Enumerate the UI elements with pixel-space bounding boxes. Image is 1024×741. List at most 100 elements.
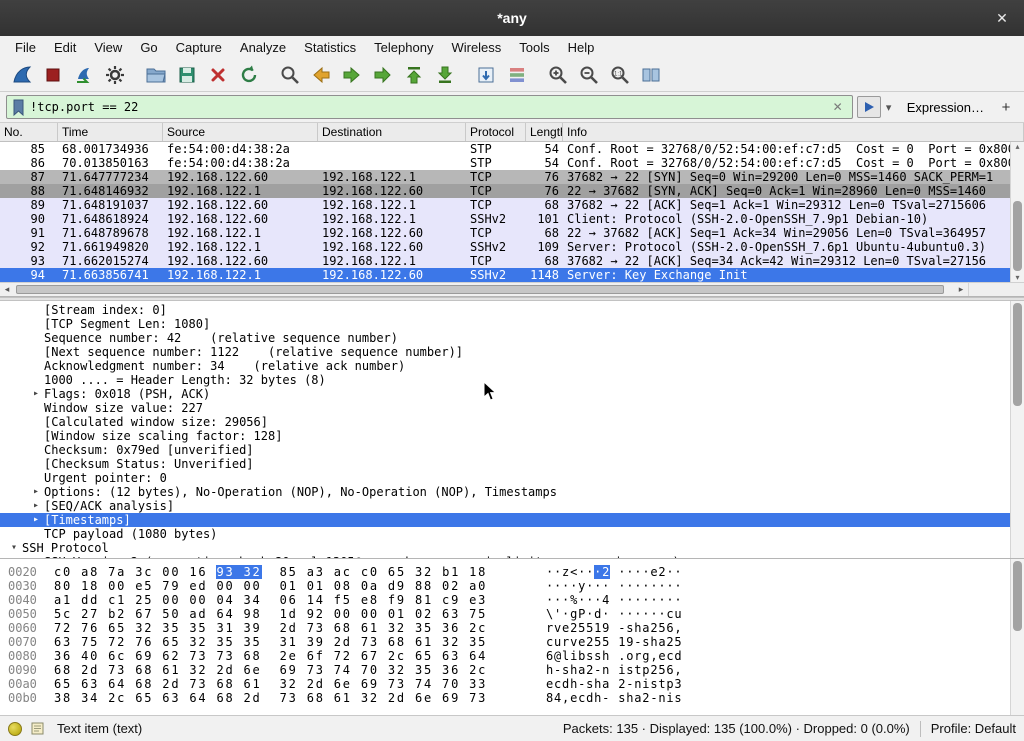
column-header-info[interactable]: Info xyxy=(563,123,1024,141)
expander-collapsed-icon[interactable]: ▸ xyxy=(28,499,44,513)
scroll-right-icon[interactable]: ▸ xyxy=(954,283,968,296)
go-to-packet-icon[interactable] xyxy=(367,61,398,89)
hex-row-0070[interactable]: 007063 75 72 76 65 32 35 35 31 39 2d 73 … xyxy=(0,635,1024,649)
menu-wireless[interactable]: Wireless xyxy=(442,38,510,57)
hex-row-0090[interactable]: 009068 2d 73 68 61 32 2d 6e 69 73 74 70 … xyxy=(0,663,1024,677)
stop-capture-icon[interactable] xyxy=(37,61,68,89)
details-vscroll-thumb[interactable] xyxy=(1013,303,1022,406)
scroll-up-icon[interactable]: ▴ xyxy=(1011,142,1024,151)
hex-row-00b0[interactable]: 00b038 34 2c 65 63 64 68 2d 73 68 61 32 … xyxy=(0,691,1024,705)
hex-row-00a0[interactable]: 00a065 63 64 68 2d 73 68 61 32 2d 6e 69 … xyxy=(0,677,1024,691)
menu-view[interactable]: View xyxy=(85,38,131,57)
packet-row-94[interactable]: 9471.663856741192.168.122.1192.168.122.6… xyxy=(0,268,1024,282)
menu-telephony[interactable]: Telephony xyxy=(365,38,442,57)
column-header-source[interactable]: Source xyxy=(163,123,318,141)
capture-options-icon[interactable] xyxy=(99,61,130,89)
scroll-left-icon[interactable]: ◂ xyxy=(0,283,14,296)
packet-row-91[interactable]: 9171.648789678192.168.122.1192.168.122.6… xyxy=(0,226,1024,240)
details-vscrollbar[interactable] xyxy=(1010,301,1024,558)
filter-bookmark-icon[interactable] xyxy=(12,99,25,116)
menu-help[interactable]: Help xyxy=(559,38,604,57)
packet-row-92[interactable]: 9271.661949820192.168.122.1192.168.122.6… xyxy=(0,240,1024,254)
detail-line[interactable]: [Next sequence number: 1122 (relative se… xyxy=(0,345,1024,359)
packet-row-86[interactable]: 8670.013850163fe:54:00:d4:38:2aSTP54Conf… xyxy=(0,156,1024,170)
reload-file-icon[interactable] xyxy=(233,61,264,89)
detail-line[interactable]: ▸Flags: 0x018 (PSH, ACK) xyxy=(0,387,1024,401)
column-header-length[interactable]: Length xyxy=(526,123,563,141)
add-filter-button[interactable]: + xyxy=(994,99,1018,116)
titlebar[interactable]: *any ✕ xyxy=(0,0,1024,36)
detail-line[interactable]: ▸Options: (12 bytes), No-Operation (NOP)… xyxy=(0,485,1024,499)
detail-line[interactable]: ▸[SEQ/ACK analysis] xyxy=(0,499,1024,513)
hex-row-0060[interactable]: 006072 76 65 32 35 35 31 39 2d 73 68 61 … xyxy=(0,621,1024,635)
expander-collapsed-icon[interactable]: ▸ xyxy=(28,387,44,401)
detail-line[interactable]: Checksum: 0x79ed [unverified] xyxy=(0,443,1024,457)
close-file-icon[interactable] xyxy=(202,61,233,89)
hscroll-thumb[interactable] xyxy=(16,285,944,294)
expander-collapsed-icon[interactable]: ▸ xyxy=(28,513,44,527)
hex-row-0050[interactable]: 00505c 27 b2 67 50 ad 64 98 1d 92 00 00 … xyxy=(0,607,1024,621)
filter-input[interactable]: !tcp.port == 22 xyxy=(30,100,829,114)
detail-line[interactable]: Sequence number: 42 (relative sequence n… xyxy=(0,331,1024,345)
detail-line[interactable]: Urgent pointer: 0 xyxy=(0,471,1024,485)
bytes-vscrollbar[interactable] xyxy=(1010,559,1024,715)
go-back-icon[interactable] xyxy=(305,61,336,89)
hex-row-0020[interactable]: 0020c0 a8 7a 3c 00 16 93 32 85 a3 ac c0 … xyxy=(0,565,1024,579)
detail-line[interactable]: TCP payload (1080 bytes) xyxy=(0,527,1024,541)
display-filter-field[interactable]: !tcp.port == 22 ✕ xyxy=(6,95,853,119)
column-header-protocol[interactable]: Protocol xyxy=(466,123,526,141)
capture-comment-icon[interactable] xyxy=(30,721,45,736)
auto-scroll-icon[interactable] xyxy=(470,61,501,89)
restart-capture-icon[interactable] xyxy=(68,61,99,89)
column-header-no[interactable]: No. xyxy=(0,123,58,141)
go-forward-icon[interactable] xyxy=(336,61,367,89)
menu-capture[interactable]: Capture xyxy=(167,38,231,57)
menu-go[interactable]: Go xyxy=(131,38,166,57)
open-file-icon[interactable] xyxy=(140,61,171,89)
detail-line[interactable]: [Window size scaling factor: 128] xyxy=(0,429,1024,443)
find-packet-icon[interactable] xyxy=(274,61,305,89)
menu-tools[interactable]: Tools xyxy=(510,38,558,57)
detail-line[interactable]: Acknowledgment number: 34 (relative ack … xyxy=(0,359,1024,373)
colorize-icon[interactable] xyxy=(501,61,532,89)
scroll-down-icon[interactable]: ▾ xyxy=(1011,273,1024,282)
packet-row-85[interactable]: 8568.001734936fe:54:00:d4:38:2aSTP54Conf… xyxy=(0,142,1024,156)
menu-statistics[interactable]: Statistics xyxy=(295,38,365,57)
save-file-icon[interactable] xyxy=(171,61,202,89)
go-to-first-icon[interactable] xyxy=(398,61,429,89)
detail-line[interactable]: ▾SSH Protocol xyxy=(0,541,1024,555)
menu-analyze[interactable]: Analyze xyxy=(231,38,295,57)
packet-list-vscrollbar[interactable]: ▴ ▾ xyxy=(1010,142,1024,282)
menu-file[interactable]: File xyxy=(6,38,45,57)
hex-row-0030[interactable]: 003080 18 00 e5 79 ed 00 00 01 01 08 0a … xyxy=(0,579,1024,593)
hex-row-0080[interactable]: 008036 40 6c 69 62 73 73 68 2e 6f 72 67 … xyxy=(0,649,1024,663)
column-header-time[interactable]: Time xyxy=(58,123,163,141)
resize-columns-icon[interactable] xyxy=(635,61,666,89)
zoom-out-icon[interactable] xyxy=(573,61,604,89)
detail-line[interactable]: 1000 .... = Header Length: 32 bytes (8) xyxy=(0,373,1024,387)
start-capture-icon[interactable] xyxy=(6,61,37,89)
packet-row-89[interactable]: 8971.648191037192.168.122.60192.168.122.… xyxy=(0,198,1024,212)
expander-collapsed-icon[interactable]: ▸ xyxy=(28,485,44,499)
bytes-vscroll-thumb[interactable] xyxy=(1013,561,1022,631)
expert-info-icon[interactable] xyxy=(8,722,22,736)
menu-edit[interactable]: Edit xyxy=(45,38,85,57)
packet-row-93[interactable]: 9371.662015274192.168.122.60192.168.122.… xyxy=(0,254,1024,268)
packet-row-90[interactable]: 9071.648618924192.168.122.60192.168.122.… xyxy=(0,212,1024,226)
vscroll-thumb[interactable] xyxy=(1013,201,1022,271)
hex-row-0040[interactable]: 0040a1 dd c1 25 00 00 04 34 06 14 f5 e8 … xyxy=(0,593,1024,607)
packet-row-87[interactable]: 8771.647777234192.168.122.60192.168.122.… xyxy=(0,170,1024,184)
column-header-destination[interactable]: Destination xyxy=(318,123,466,141)
zoom-in-icon[interactable] xyxy=(542,61,573,89)
detail-line[interactable]: [Checksum Status: Unverified] xyxy=(0,457,1024,471)
packet-row-88[interactable]: 8871.648146932192.168.122.1192.168.122.6… xyxy=(0,184,1024,198)
expression-button[interactable]: Expression… xyxy=(897,100,994,115)
filter-dropdown-icon[interactable]: ▾ xyxy=(881,101,897,114)
detail-line[interactable]: Window size value: 227 xyxy=(0,401,1024,415)
detail-line[interactable]: [TCP Segment Len: 1080] xyxy=(0,317,1024,331)
detail-line[interactable]: ▸[Timestamps] xyxy=(0,513,1024,527)
profile-status[interactable]: Profile: Default xyxy=(931,721,1016,736)
expander-expanded-icon[interactable]: ▾ xyxy=(6,541,22,555)
packet-list-hscrollbar[interactable]: ◂ ▸ xyxy=(0,282,1024,296)
filter-clear-icon[interactable]: ✕ xyxy=(829,100,847,114)
